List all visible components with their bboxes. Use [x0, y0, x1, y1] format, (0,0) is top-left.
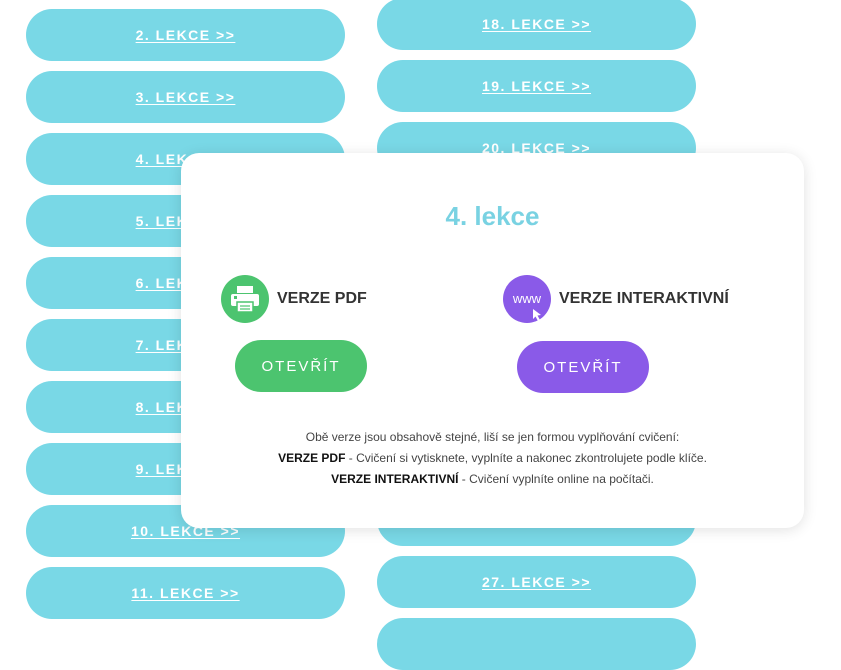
lesson-button[interactable]: 19. LEKCE >>: [377, 60, 696, 112]
open-interactive-button[interactable]: OTEVŘÍT: [517, 341, 649, 393]
note-pdf-bold: VERZE PDF: [278, 451, 346, 465]
lesson-button[interactable]: 27. LEKCE >>: [377, 556, 696, 608]
interactive-version-label: VERZE INTERAKTIVNÍ: [559, 290, 729, 307]
note-line-interactive: VERZE INTERAKTIVNÍ - Cvičení vyplníte on…: [181, 469, 804, 490]
note-line-1: Obě verze jsou obsahově stejné, liší se …: [305, 430, 680, 444]
lesson-modal: 4. lekce VERZE PDF www VERZE INTERAKTIVN…: [181, 153, 804, 528]
svg-text:www: www: [512, 291, 542, 306]
modal-title: 4. lekce: [445, 201, 540, 231]
lesson-button[interactable]: 18. LEKCE >>: [377, 0, 696, 50]
lesson-button[interactable]: 2. LEKCE >>: [26, 9, 345, 61]
versions-note: Obě verze jsou obsahově stejné, liší se …: [181, 427, 804, 490]
interactive-version: www VERZE INTERAKTIVNÍ: [503, 275, 729, 323]
printer-icon: [221, 275, 269, 323]
open-pdf-button[interactable]: OTEVŘÍT: [235, 340, 367, 392]
pdf-version: VERZE PDF: [221, 275, 367, 323]
note-pdf-text: - Cvičení si vytisknete, vyplníte a nako…: [345, 451, 707, 465]
lesson-button[interactable]: [377, 618, 696, 670]
note-interactive-bold: VERZE INTERAKTIVNÍ: [331, 472, 459, 486]
www-cursor-icon: www: [503, 275, 551, 323]
note-interactive-text: - Cvičení vyplníte online na počítači.: [458, 472, 654, 486]
pdf-version-label: VERZE PDF: [277, 290, 367, 307]
note-line-pdf: VERZE PDF - Cvičení si vytisknete, vypln…: [181, 448, 804, 469]
lesson-button[interactable]: 11. LEKCE >>: [26, 567, 345, 619]
lesson-button[interactable]: 3. LEKCE >>: [26, 71, 345, 123]
